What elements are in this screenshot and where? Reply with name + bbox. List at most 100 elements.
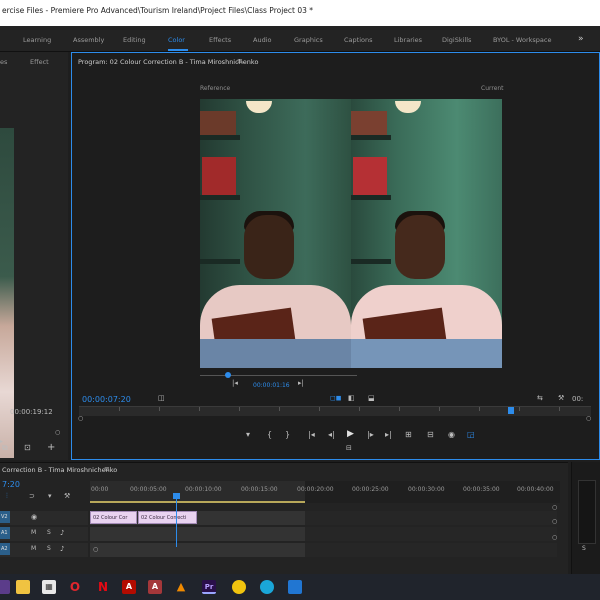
duration-timecode-cropped: 00: bbox=[572, 395, 584, 403]
sequence-title: Correction B - Tima Miroshnichenko bbox=[2, 466, 118, 474]
overwrite-icon[interactable]: ⊡ bbox=[24, 444, 31, 452]
workspace-tab-assembly[interactable]: Assembly bbox=[73, 36, 104, 44]
track-label[interactable]: A1 bbox=[0, 527, 10, 539]
linked-selection-icon[interactable]: ⊃ bbox=[29, 493, 35, 500]
track-visibility-icon[interactable]: ◉ bbox=[31, 514, 37, 521]
zoom-handle-left-icon[interactable]: ○ bbox=[78, 416, 83, 422]
timeline-playhead[interactable] bbox=[176, 493, 177, 547]
video-clip[interactable]: 02 Colour Cor bbox=[90, 511, 137, 524]
workspace-tab-color[interactable]: Color bbox=[168, 36, 185, 44]
reference-scrubber[interactable] bbox=[200, 375, 357, 376]
go-to-out-icon[interactable]: ▸| bbox=[298, 380, 304, 387]
zoom-handle-right-icon[interactable]: ○ bbox=[586, 416, 591, 422]
effect-controls-tab[interactable]: Effect bbox=[30, 58, 49, 66]
microphone-icon[interactable]: ♪ bbox=[60, 546, 64, 553]
program-time-ruler[interactable] bbox=[79, 406, 591, 416]
horizontal-split-icon[interactable]: ⬓ bbox=[368, 395, 375, 402]
workspace-more-icon[interactable]: » bbox=[578, 34, 584, 44]
mark-out-icon[interactable]: } bbox=[285, 431, 290, 439]
source-panel: es Effect ▸ 00:00:19:12 ⧉ ⊡ + ○ bbox=[0, 52, 68, 460]
store-icon[interactable] bbox=[288, 580, 302, 594]
current-label: Current bbox=[481, 85, 504, 92]
workspace-tab-byol[interactable]: BYOL - Workspace bbox=[493, 36, 551, 44]
workspace-tab-effects[interactable]: Effects bbox=[209, 36, 231, 44]
netflix-icon[interactable]: N bbox=[96, 580, 110, 594]
scroll-handle-icon[interactable]: ○ bbox=[55, 430, 60, 436]
play-icon[interactable]: ▶ bbox=[347, 430, 354, 439]
step-forward-icon[interactable]: |▸ bbox=[367, 431, 374, 439]
workspace-tab-audio[interactable]: Audio bbox=[253, 36, 271, 44]
lift-icon[interactable]: ⊞ bbox=[405, 431, 412, 439]
go-to-in-icon[interactable]: |◂ bbox=[232, 380, 238, 387]
insert-icon[interactable]: ⧉ bbox=[2, 444, 8, 452]
workspace-bar: Learning Assembly Editing Color Effects … bbox=[0, 26, 600, 52]
source-tab[interactable]: es bbox=[0, 58, 7, 66]
playhead-timecode[interactable]: 00:00:07:20 bbox=[82, 395, 131, 404]
export-frame-icon[interactable]: ◉ bbox=[448, 431, 455, 439]
wrench-icon[interactable]: ⚒ bbox=[558, 395, 564, 402]
workspace-tab-editing[interactable]: Editing bbox=[123, 36, 146, 44]
vertical-split-icon[interactable]: ◧ bbox=[348, 395, 355, 402]
scroll-handle-icon[interactable]: ○ bbox=[552, 519, 557, 525]
side-by-side-icon[interactable]: ◻◼ bbox=[330, 395, 342, 402]
workspace-tab-digiskills[interactable]: DigiSkills bbox=[442, 36, 471, 44]
timeline-menu-icon[interactable]: ≡ bbox=[104, 466, 110, 473]
comparison-view-icon[interactable]: ◫ bbox=[158, 395, 165, 402]
zoom-handle-icon[interactable]: ○ bbox=[93, 547, 98, 553]
swap-sides-icon[interactable]: ⇆ bbox=[537, 395, 543, 402]
start-icon[interactable] bbox=[0, 580, 10, 594]
track-header-v1: V2 ◉ bbox=[0, 511, 88, 525]
go-to-in-point-icon[interactable]: |◂ bbox=[308, 431, 315, 439]
step-back-icon[interactable]: ◂| bbox=[328, 431, 335, 439]
chrome-icon[interactable] bbox=[232, 580, 246, 594]
audio-track-2[interactable] bbox=[90, 543, 305, 557]
access-icon[interactable]: A bbox=[148, 580, 162, 594]
scroll-handle-icon[interactable]: ○ bbox=[552, 505, 557, 511]
go-to-out-point-icon[interactable]: ▸| bbox=[385, 431, 392, 439]
snap-icon[interactable]: ⫶ bbox=[6, 493, 8, 500]
extract-icon[interactable]: ⊟ bbox=[427, 431, 434, 439]
timeline-panel: Correction B - Tima Miroshnichenko ≡ 7:2… bbox=[0, 462, 568, 574]
add-button-icon[interactable]: + bbox=[47, 443, 55, 453]
opera-icon[interactable]: O bbox=[68, 580, 82, 594]
acrobat-icon[interactable]: A bbox=[122, 580, 136, 594]
track-label[interactable]: A2 bbox=[0, 543, 10, 555]
audio-track-2-empty[interactable] bbox=[305, 543, 557, 557]
audio-track-1-empty[interactable] bbox=[305, 527, 557, 541]
panel-menu-icon[interactable]: ≡ bbox=[237, 58, 243, 65]
meter-solo-label[interactable]: S bbox=[582, 546, 586, 552]
track-label[interactable]: V2 bbox=[0, 511, 10, 523]
video-track-empty[interactable] bbox=[305, 511, 557, 525]
timeline-timecode[interactable]: 7:20 bbox=[2, 480, 20, 489]
file-explorer-icon[interactable] bbox=[16, 580, 30, 594]
vlc-icon[interactable]: ▲ bbox=[174, 580, 188, 594]
workspace-tab-graphics[interactable]: Graphics bbox=[294, 36, 323, 44]
video-clip[interactable]: 02 Colour Correcti bbox=[138, 511, 197, 524]
solo-button[interactable]: S bbox=[47, 530, 51, 536]
workspace-tab-libraries[interactable]: Libraries bbox=[394, 36, 422, 44]
solo-button[interactable]: S bbox=[47, 546, 51, 552]
scroll-handle-icon[interactable]: ○ bbox=[552, 535, 557, 541]
mute-button[interactable]: M bbox=[31, 546, 36, 552]
premiere-pro-icon[interactable]: Pr bbox=[202, 580, 216, 594]
timeline-wrench-icon[interactable]: ⚒ bbox=[64, 493, 70, 500]
work-area-bar[interactable] bbox=[90, 501, 305, 503]
microphone-icon[interactable]: ♪ bbox=[60, 530, 64, 537]
workspace-tab-learning[interactable]: Learning bbox=[23, 36, 51, 44]
mute-button[interactable]: M bbox=[31, 530, 36, 536]
settings-toggle-icon[interactable]: ⊟ bbox=[346, 445, 352, 452]
reference-playhead[interactable] bbox=[225, 372, 231, 378]
timeline-playhead-handle[interactable] bbox=[173, 493, 180, 499]
audio-track-1[interactable] bbox=[90, 527, 305, 541]
program-playhead[interactable] bbox=[508, 407, 514, 414]
workspace-tab-captions[interactable]: Captions bbox=[344, 36, 373, 44]
add-marker-icon[interactable]: ▾ bbox=[246, 431, 250, 439]
transport-controls: ▾ { } |◂ ◂| ▶ |▸ ▸| ⊞ ⊟ ◉ ◲ bbox=[72, 429, 600, 443]
edge-icon[interactable] bbox=[260, 580, 274, 594]
mark-in-icon[interactable]: { bbox=[267, 431, 272, 439]
add-marker-timeline-icon[interactable]: ▾ bbox=[48, 493, 52, 500]
calendar-icon[interactable]: ▦ bbox=[42, 580, 56, 594]
source-timecode: 00:00:19:12 bbox=[10, 408, 53, 416]
comparison-view-toggle-icon[interactable]: ◲ bbox=[467, 431, 475, 439]
track-header-a1: A1 M S ♪ bbox=[0, 527, 88, 541]
